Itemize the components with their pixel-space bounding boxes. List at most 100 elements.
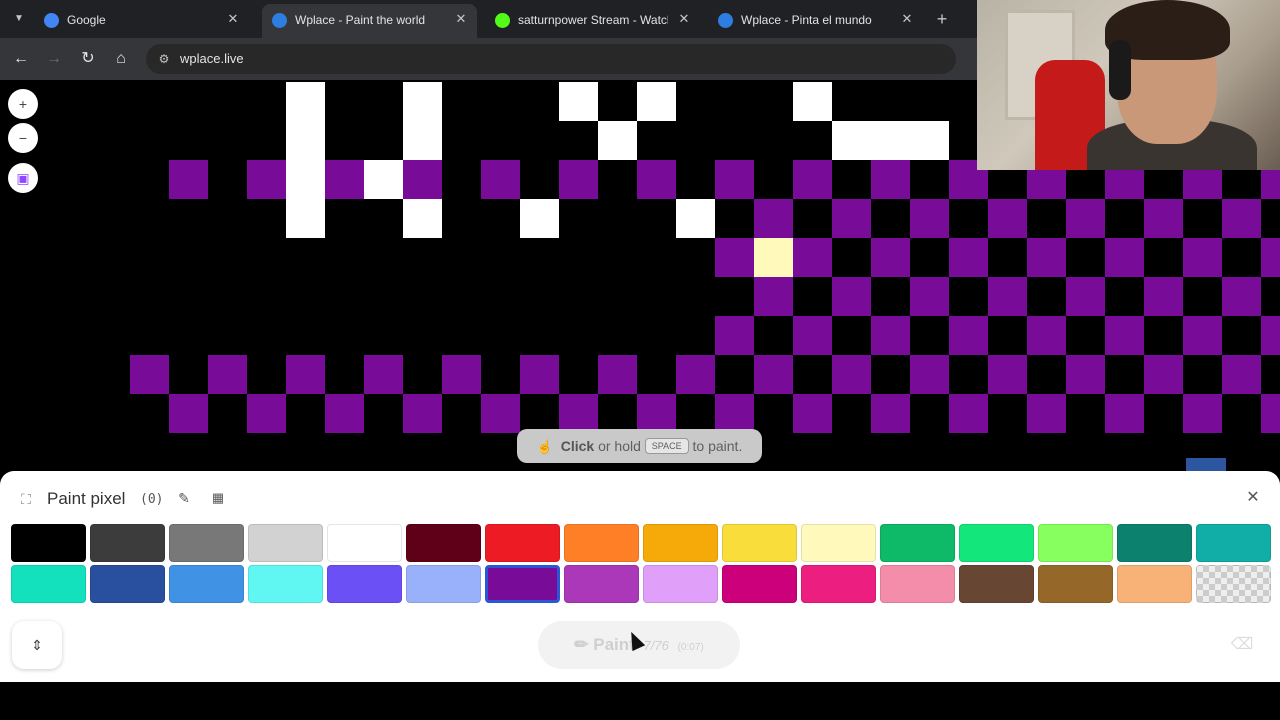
color-swatch[interactable]: [564, 565, 639, 603]
color-swatch[interactable]: [11, 565, 86, 603]
tab-search-icon[interactable]: ▼: [8, 8, 30, 30]
site-info-icon[interactable]: ⚙: [156, 51, 172, 67]
color-swatch[interactable]: [959, 524, 1034, 562]
white-pixel: [286, 121, 325, 160]
canvas-pixel: [169, 394, 208, 433]
tab-close-icon[interactable]: ✕: [676, 11, 692, 27]
color-swatch[interactable]: [959, 565, 1034, 603]
canvas-pixel: [793, 238, 832, 277]
canvas-pixel: [715, 238, 754, 277]
white-pixel: [598, 121, 637, 160]
color-swatch[interactable]: [1038, 565, 1113, 603]
canvas-pixel: [832, 277, 871, 316]
white-pixel: [364, 160, 403, 199]
color-swatch[interactable]: [327, 565, 402, 603]
eraser-icon[interactable]: ⌫: [1222, 627, 1262, 663]
color-swatch[interactable]: [801, 524, 876, 562]
hint-key: SPACE: [644, 438, 689, 454]
url-text: wplace.live: [180, 51, 244, 66]
pencil-icon[interactable]: ✎: [176, 490, 192, 506]
color-swatch[interactable]: [643, 565, 718, 603]
canvas-pixel: [949, 316, 988, 355]
canvas-pixel: [520, 355, 559, 394]
new-tab-button[interactable]: +: [931, 8, 953, 30]
hand-pointer-icon: ☝: [536, 439, 553, 454]
canvas-pixel: [325, 160, 364, 199]
canvas-pixel: [793, 394, 832, 433]
canvas-pixel: [1261, 238, 1280, 277]
close-icon[interactable]: ✕: [1243, 488, 1263, 508]
color-swatch[interactable]: [406, 524, 481, 562]
color-swatch[interactable]: [169, 565, 244, 603]
tab-close-icon[interactable]: ✕: [225, 11, 241, 27]
canvas-pixel: [598, 355, 637, 394]
collapse-toggle-icon[interactable]: ⇕: [12, 621, 62, 669]
color-swatch[interactable]: [90, 524, 165, 562]
white-pixel: [286, 82, 325, 121]
canvas-pixel: [910, 355, 949, 394]
webcam-overlay: [977, 0, 1280, 170]
color-swatch[interactable]: [485, 565, 560, 603]
canvas-pixel: [988, 355, 1027, 394]
color-swatch[interactable]: [248, 565, 323, 603]
color-swatch[interactable]: [1038, 524, 1113, 562]
canvas-pixel: [208, 355, 247, 394]
tab-title: satturnpower Stream - Watch L: [518, 13, 668, 27]
color-swatch[interactable]: [248, 524, 323, 562]
selected-pixel: [754, 238, 793, 277]
color-swatch[interactable]: [406, 565, 481, 603]
color-swatch[interactable]: [1117, 565, 1192, 603]
color-swatch[interactable]: [485, 524, 560, 562]
browser-tab[interactable]: Wplace - Paint the world ✕: [262, 4, 477, 38]
browser-tab[interactable]: Wplace - Pinta el mundo ✕: [708, 4, 923, 38]
color-swatch[interactable]: [327, 524, 402, 562]
color-swatch[interactable]: [1196, 565, 1271, 603]
color-swatch[interactable]: [722, 524, 797, 562]
expand-icon[interactable]: ⛶: [18, 491, 34, 507]
tab-close-icon[interactable]: ✕: [899, 11, 915, 27]
canvas-pixel: [1183, 394, 1222, 433]
color-swatch[interactable]: [643, 524, 718, 562]
bottom-bar: [0, 682, 1280, 720]
tab-close-icon[interactable]: ✕: [453, 11, 469, 27]
canvas-pixel: [1261, 316, 1280, 355]
browser-tab[interactable]: Google ✕: [34, 4, 249, 38]
panel-count: (0): [140, 492, 164, 507]
zoom-out-button[interactable]: −: [8, 123, 38, 153]
color-swatch[interactable]: [564, 524, 639, 562]
canvas-pixel: [247, 160, 286, 199]
color-swatch[interactable]: [1117, 524, 1192, 562]
browser-tab[interactable]: satturnpower Stream - Watch L ✕: [485, 4, 700, 38]
canvas-pixel: [1222, 355, 1261, 394]
canvas-pixel: [988, 199, 1027, 238]
ruler-icon[interactable]: ▦: [210, 490, 226, 506]
color-swatch[interactable]: [801, 565, 876, 603]
color-swatch[interactable]: [11, 524, 86, 562]
color-swatch[interactable]: [1196, 524, 1271, 562]
twitch-icon[interactable]: ▣: [8, 163, 38, 193]
white-pixel: [871, 121, 910, 160]
white-pixel: [910, 121, 949, 160]
color-swatch[interactable]: [90, 565, 165, 603]
canvas-pixel: [403, 394, 442, 433]
color-swatch[interactable]: [169, 524, 244, 562]
color-swatch[interactable]: [722, 565, 797, 603]
canvas-pixel: [676, 355, 715, 394]
canvas-pixel: [1066, 199, 1105, 238]
white-pixel: [559, 82, 598, 121]
zoom-in-button[interactable]: +: [8, 89, 38, 119]
white-pixel: [286, 160, 325, 199]
white-pixel: [286, 199, 325, 238]
canvas-pixel: [793, 316, 832, 355]
home-icon[interactable]: ⌂: [108, 46, 134, 72]
color-swatch[interactable]: [880, 565, 955, 603]
white-pixel: [793, 82, 832, 121]
tab-title: Wplace - Paint the world: [295, 13, 426, 27]
canvas-pixel: [169, 160, 208, 199]
reload-icon[interactable]: ↻: [75, 46, 101, 72]
address-bar[interactable]: ⚙ wplace.live: [146, 44, 956, 74]
forward-icon[interactable]: →: [41, 46, 67, 72]
back-icon[interactable]: ←: [8, 46, 34, 72]
canvas-pixel: [1183, 238, 1222, 277]
color-swatch[interactable]: [880, 524, 955, 562]
